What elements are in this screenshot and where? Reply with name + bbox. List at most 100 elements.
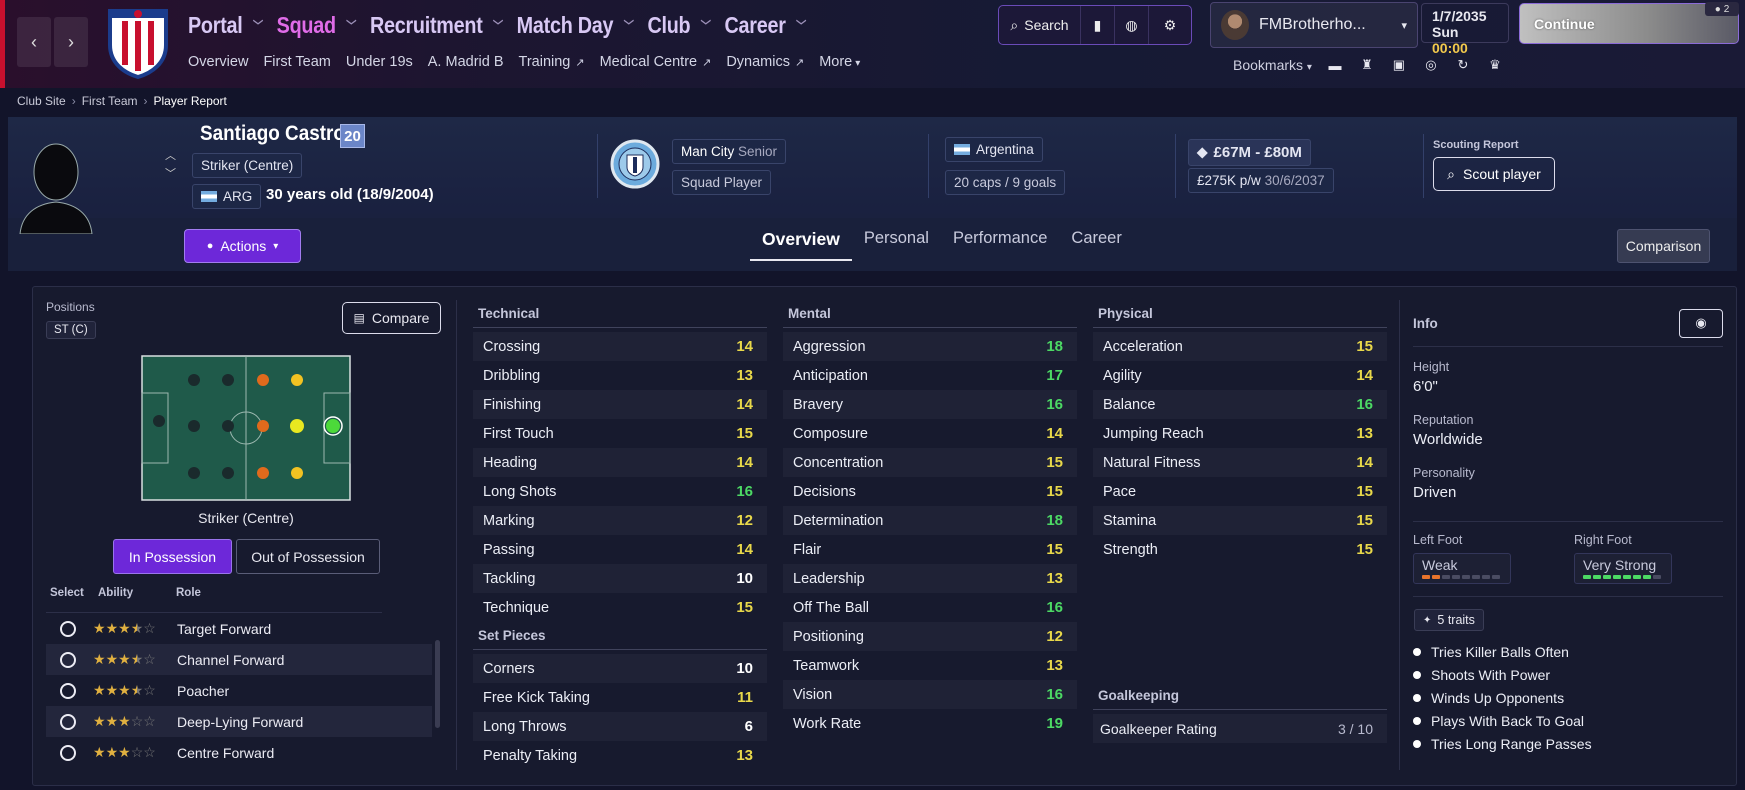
attribute-row-agility[interactable]: Agility 14 bbox=[1093, 361, 1387, 390]
forward-button[interactable]: › bbox=[54, 17, 88, 67]
roles-scrollbar[interactable] bbox=[435, 640, 440, 728]
attribute-row-determination[interactable]: Determination 18 bbox=[783, 506, 1077, 535]
attribute-row-long-shots[interactable]: Long Shots 16 bbox=[473, 477, 767, 506]
nation-pill[interactable]: Argentina bbox=[945, 137, 1043, 162]
subnav-more[interactable]: More ▾ bbox=[819, 54, 860, 70]
attribute-row-dribbling[interactable]: Dribbling 13 bbox=[473, 361, 767, 390]
settings-button[interactable]: ⚙ bbox=[1149, 6, 1191, 44]
subnav-dynamics[interactable]: Dynamics ↗ bbox=[726, 54, 804, 70]
attribute-row-bravery[interactable]: Bravery 16 bbox=[783, 390, 1077, 419]
attribute-row-crossing[interactable]: Crossing 14 bbox=[473, 332, 767, 361]
trait-item[interactable]: Plays With Back To Goal bbox=[1413, 709, 1723, 732]
attribute-row-penalty-taking[interactable]: Penalty Taking 13 bbox=[473, 741, 767, 770]
club-pill[interactable]: Man City Senior bbox=[672, 139, 787, 164]
attribute-row-natural-fitness[interactable]: Natural Fitness 14 bbox=[1093, 448, 1387, 477]
club-crest-logo[interactable] bbox=[106, 5, 170, 79]
out-of-possession-toggle[interactable]: Out of Possession bbox=[236, 539, 380, 574]
attribute-row-positioning[interactable]: Positioning 12 bbox=[783, 622, 1077, 651]
attribute-row-long-throws[interactable]: Long Throws 6 bbox=[473, 712, 767, 741]
attribute-row-aggression[interactable]: Aggression 18 bbox=[783, 332, 1077, 361]
subnav-overview[interactable]: Overview bbox=[188, 54, 248, 70]
role-row[interactable]: ★★★★☆ Poacher bbox=[46, 675, 432, 706]
attribute-row-balance[interactable]: Balance 16 bbox=[1093, 390, 1387, 419]
attribute-row-tackling[interactable]: Tackling 10 bbox=[473, 564, 767, 593]
user-profile-button[interactable]: FMBrotherho... ▾ bbox=[1210, 2, 1418, 48]
role-radio[interactable] bbox=[60, 744, 76, 761]
crumb-club-site[interactable]: Club Site bbox=[17, 94, 66, 108]
attribute-row-strength[interactable]: Strength 15 bbox=[1093, 535, 1387, 564]
nav-portal[interactable]: Portal bbox=[188, 12, 243, 39]
refresh-icon[interactable]: ↻ bbox=[1454, 56, 1472, 74]
shirt-icon[interactable]: ♜ bbox=[1358, 56, 1376, 74]
role-radio[interactable] bbox=[60, 620, 76, 637]
role-row[interactable]: ★★★★☆ Target Forward bbox=[46, 613, 432, 644]
attribute-row-off-the-ball[interactable]: Off The Ball 16 bbox=[783, 593, 1077, 622]
attribute-row-decisions[interactable]: Decisions 15 bbox=[783, 477, 1077, 506]
attribute-row-technique[interactable]: Technique 15 bbox=[473, 593, 767, 622]
role-radio[interactable] bbox=[60, 651, 76, 668]
trait-item[interactable]: Tries Killer Balls Often bbox=[1413, 640, 1723, 663]
scout-icon[interactable]: ◎ bbox=[1422, 56, 1440, 74]
attribute-row-concentration[interactable]: Concentration 15 bbox=[783, 448, 1077, 477]
nav-match-day[interactable]: Match Day bbox=[517, 12, 614, 39]
nav-career[interactable]: Career bbox=[725, 12, 786, 39]
attribute-row-vision[interactable]: Vision 16 bbox=[783, 680, 1077, 709]
chevron-down-icon[interactable]: ﹀ bbox=[165, 165, 176, 183]
tab-career[interactable]: Career bbox=[1059, 226, 1133, 261]
attribute-row-acceleration[interactable]: Acceleration 15 bbox=[1093, 332, 1387, 361]
nav-club[interactable]: Club bbox=[647, 12, 690, 39]
bookmark-button[interactable]: ▮ bbox=[1081, 6, 1115, 44]
actions-button[interactable]: ● Actions ▾ bbox=[184, 229, 301, 263]
in-possession-toggle[interactable]: In Possession bbox=[113, 539, 232, 574]
crumb-first-team[interactable]: First Team bbox=[82, 94, 138, 108]
info-options-button[interactable]: ◉ bbox=[1679, 308, 1723, 338]
tab-overview[interactable]: Overview bbox=[750, 226, 852, 261]
report-icon[interactable]: ▣ bbox=[1390, 56, 1408, 74]
nav-recruitment[interactable]: Recruitment bbox=[370, 12, 483, 39]
attribute-row-heading[interactable]: Heading 14 bbox=[473, 448, 767, 477]
attribute-row-finishing[interactable]: Finishing 14 bbox=[473, 390, 767, 419]
attribute-row-passing[interactable]: Passing 14 bbox=[473, 535, 767, 564]
bookmarks-dropdown[interactable]: Bookmarks ▾ bbox=[1233, 57, 1312, 73]
attribute-row-teamwork[interactable]: Teamwork 13 bbox=[783, 651, 1077, 680]
trait-item[interactable]: Shoots With Power bbox=[1413, 663, 1723, 686]
compare-button[interactable]: ▤ Compare bbox=[342, 302, 441, 334]
attribute-row-flair[interactable]: Flair 15 bbox=[783, 535, 1077, 564]
search-button[interactable]: ⌕ Search bbox=[999, 6, 1081, 44]
world-button[interactable]: ◍ bbox=[1115, 6, 1149, 44]
subnav-under-19s[interactable]: Under 19s bbox=[346, 54, 413, 70]
scout-player-button[interactable]: ⌕ Scout player bbox=[1433, 157, 1555, 191]
attribute-row-composure[interactable]: Composure 14 bbox=[783, 419, 1077, 448]
game-date[interactable]: 1/7/2035 Sun 00:00 bbox=[1421, 3, 1509, 56]
role-row[interactable]: ★★★☆☆ Deep-Lying Forward bbox=[46, 706, 432, 737]
traits-badge[interactable]: ✦ 5 traits bbox=[1414, 609, 1484, 631]
attribute-row-stamina[interactable]: Stamina 15 bbox=[1093, 506, 1387, 535]
attribute-row-anticipation[interactable]: Anticipation 17 bbox=[783, 361, 1077, 390]
attribute-row-first-touch[interactable]: First Touch 15 bbox=[473, 419, 767, 448]
attribute-row-pace[interactable]: Pace 15 bbox=[1093, 477, 1387, 506]
notification-badge[interactable]: ● 2 bbox=[1705, 2, 1739, 16]
attribute-row-leadership[interactable]: Leadership 13 bbox=[783, 564, 1077, 593]
attribute-row-corners[interactable]: Corners 10 bbox=[473, 654, 767, 683]
trait-item[interactable]: Tries Long Range Passes bbox=[1413, 732, 1723, 755]
tab-performance[interactable]: Performance bbox=[941, 226, 1059, 261]
back-button[interactable]: ‹ bbox=[17, 17, 51, 67]
attribute-row-marking[interactable]: Marking 12 bbox=[473, 506, 767, 535]
nav-squad[interactable]: Squad bbox=[277, 12, 336, 39]
trait-item[interactable]: Winds Up Opponents bbox=[1413, 686, 1723, 709]
role-radio[interactable] bbox=[60, 682, 76, 699]
role-row[interactable]: ★★★☆☆ Centre Forward bbox=[46, 737, 432, 768]
subnav-training[interactable]: Training ↗ bbox=[519, 54, 585, 70]
chevron-up-icon[interactable]: ︿ bbox=[165, 147, 176, 165]
attribute-row-free-kick-taking[interactable]: Free Kick Taking 11 bbox=[473, 683, 767, 712]
subnav-medical-centre[interactable]: Medical Centre ↗ bbox=[600, 54, 712, 70]
player-cycle-arrows[interactable]: ︿ ﹀ bbox=[165, 147, 176, 183]
tab-personal[interactable]: Personal bbox=[852, 226, 941, 261]
subnav-a-madrid-b[interactable]: A. Madrid B bbox=[428, 54, 504, 70]
subnav-first-team[interactable]: First Team bbox=[263, 54, 330, 70]
attribute-row-work-rate[interactable]: Work Rate 19 bbox=[783, 709, 1077, 738]
role-radio[interactable] bbox=[60, 713, 76, 730]
chat-icon[interactable]: ▬ bbox=[1326, 56, 1344, 74]
attribute-row-jumping-reach[interactable]: Jumping Reach 13 bbox=[1093, 419, 1387, 448]
trophy-icon[interactable]: ♛ bbox=[1486, 56, 1504, 74]
